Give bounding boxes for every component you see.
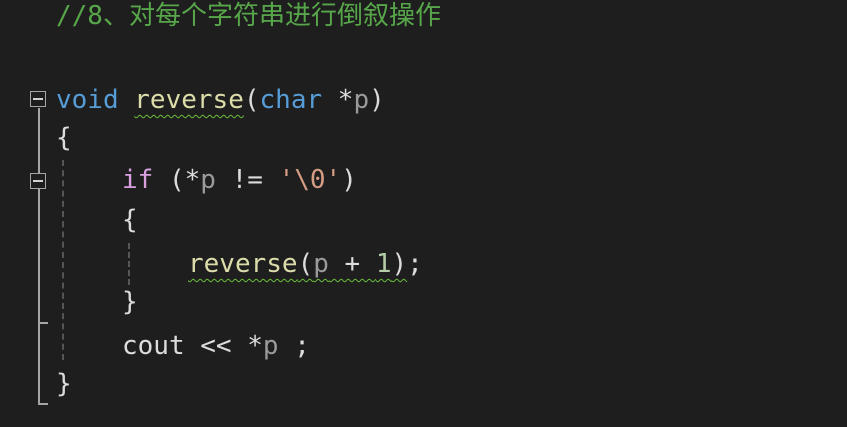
code-line-inner-close-brace[interactable]: } — [122, 282, 138, 322]
indent-guide-function — [62, 160, 64, 360]
call-var-p: p — [313, 249, 329, 279]
code-line-cout[interactable]: cout << *p ; — [122, 326, 310, 366]
code-line-open-brace[interactable]: { — [56, 118, 72, 158]
collapse-if-icon[interactable] — [30, 173, 46, 189]
comment-text: //8、对每个字符串进行倒叙操作 — [56, 1, 441, 31]
if-open: (* — [153, 165, 201, 195]
inner-open-brace: { — [122, 205, 138, 235]
if-operator: != — [215, 165, 279, 195]
function-outline-end — [38, 403, 48, 405]
call-close-paren: ) — [391, 249, 408, 279]
code-line-function-signature[interactable]: void reverse(char *p) — [56, 80, 385, 120]
code-line-inner-open-brace[interactable]: { — [122, 200, 138, 240]
char-literal: '\0' — [278, 165, 342, 195]
if-close: ) — [341, 165, 357, 195]
code-line-comment[interactable]: //8、对每个字符串进行倒叙操作 — [56, 0, 441, 36]
if-outline-end — [38, 322, 48, 324]
code-line-close-brace[interactable]: } — [56, 364, 72, 404]
close-paren: ) — [369, 85, 385, 115]
code-editor[interactable]: //8、对每个字符串进行倒叙操作 void reverse(char *p) {… — [0, 0, 847, 427]
code-line-if[interactable]: if (*p != '\0') — [122, 160, 357, 200]
cout-identifier: cout — [122, 331, 185, 361]
param-p: p — [353, 85, 370, 115]
cout-semicolon: ; — [278, 331, 310, 361]
collapse-function-icon[interactable] — [30, 91, 46, 107]
if-var-p: p — [200, 165, 216, 195]
pointer-star: * — [322, 85, 354, 115]
function-name: reverse — [134, 85, 244, 115]
indent-guide-if — [128, 243, 130, 285]
keyword-if: if — [122, 165, 154, 195]
cout-operator: << * — [184, 331, 263, 361]
keyword-char: char — [259, 85, 323, 115]
inner-close-brace: } — [122, 287, 138, 317]
code-line-recursive-call[interactable]: reverse(p + 1); — [188, 244, 423, 284]
function-outline-line — [38, 108, 40, 405]
close-brace: } — [56, 369, 72, 399]
call-open-paren: ( — [297, 249, 314, 279]
keyword-void: void — [56, 85, 119, 115]
call-semicolon: ; — [407, 249, 423, 279]
open-brace: { — [56, 123, 72, 153]
cout-var-p: p — [262, 331, 279, 361]
call-number: 1 — [375, 249, 392, 279]
call-function-name: reverse — [188, 249, 298, 279]
call-operator: + — [328, 249, 376, 279]
open-paren: ( — [243, 85, 260, 115]
